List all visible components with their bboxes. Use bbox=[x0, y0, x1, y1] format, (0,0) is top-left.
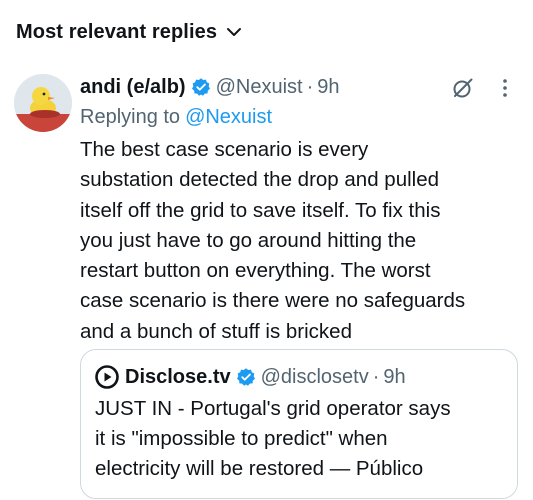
handle[interactable]: @Nexuist bbox=[216, 76, 303, 99]
quoted-text-line: it is "impossible to predict" when bbox=[95, 427, 388, 450]
duck-avatar-image bbox=[14, 74, 72, 132]
quoted-tweet-card[interactable]: Disclose.tv @disclosetv · 9h JUST IN - P… bbox=[80, 349, 518, 499]
quoted-text-line: JUST IN - Portugal's grid operator says bbox=[95, 397, 451, 420]
tweet-text-line: restart button on everything. The worst bbox=[80, 259, 431, 283]
quoted-tweet-header: Disclose.tv @disclosetv · 9h bbox=[95, 363, 406, 391]
reply-header: andi (e/alb) @Nexuist · 9h bbox=[80, 72, 340, 102]
verified-badge-icon bbox=[236, 368, 255, 386]
avatar[interactable] bbox=[14, 74, 72, 132]
quoted-handle: @disclosetv bbox=[260, 365, 369, 388]
tweet-text-line: The best case scenario is every bbox=[80, 138, 369, 161]
tweet-text-line: itself off the grid to save itself. To f… bbox=[80, 198, 441, 222]
replying-to-handle-link[interactable]: @Nexuist bbox=[185, 106, 272, 129]
quoted-timestamp: 9h bbox=[383, 365, 406, 388]
sort-label: Most relevant replies bbox=[16, 20, 218, 43]
tweet-text-line: and a bunch of stuff is bricked bbox=[80, 319, 352, 343]
tweet-text: The best case scenario is every substati… bbox=[80, 135, 526, 347]
tweet-text-line: substation detected the drop and pulled bbox=[80, 168, 440, 192]
replying-to-label: Replying to bbox=[80, 105, 181, 128]
separator-dot: · bbox=[306, 75, 314, 98]
replying-to: Replying to @Nexuist bbox=[80, 102, 272, 132]
separator-dot: · bbox=[372, 365, 380, 388]
display-name[interactable]: andi (e/alb) bbox=[80, 76, 186, 99]
tweet-text-line: you just have to go around hitting the bbox=[80, 228, 417, 252]
quoted-text-line: electricity will be restored — Público bbox=[95, 457, 424, 480]
disclose-tv-logo-icon bbox=[95, 365, 119, 389]
verified-badge-icon bbox=[191, 78, 210, 96]
grok-icon[interactable] bbox=[451, 76, 475, 100]
quoted-tweet-text: JUST IN - Portugal's grid operator says … bbox=[95, 394, 515, 484]
quoted-display-name: Disclose.tv bbox=[125, 365, 231, 388]
chevron-down-icon bbox=[227, 28, 242, 36]
timestamp[interactable]: 9h bbox=[317, 76, 339, 99]
more-options-icon[interactable] bbox=[493, 76, 517, 100]
tweet-text-line: case scenario is there were no safeguard… bbox=[80, 289, 466, 313]
sort-replies-dropdown[interactable]: Most relevant replies bbox=[16, 18, 243, 46]
reply-tweet[interactable]: andi (e/alb) @Nexuist · 9h Replying to @… bbox=[0, 60, 533, 500]
